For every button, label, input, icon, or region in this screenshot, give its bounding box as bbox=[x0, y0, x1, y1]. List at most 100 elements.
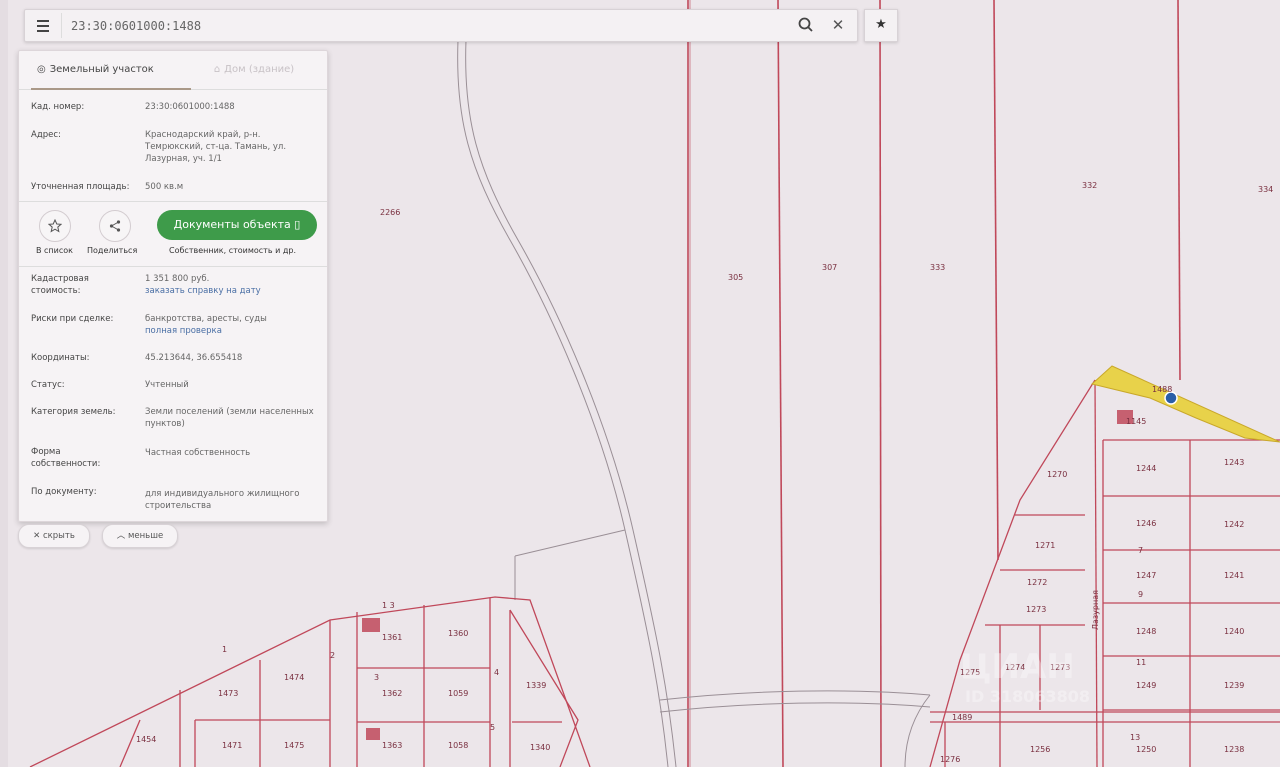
star-icon[interactable]: ★ bbox=[864, 9, 898, 42]
parcel-number-label: 1239 bbox=[1224, 681, 1244, 690]
close-icon: ✕ bbox=[33, 531, 43, 541]
hide-label: скрыть bbox=[42, 531, 75, 541]
parcel-number-label: 1273 bbox=[1026, 605, 1046, 614]
share-button[interactable] bbox=[99, 210, 131, 242]
menu-icon[interactable] bbox=[33, 16, 53, 36]
parcel-number-label: 4 bbox=[494, 668, 499, 677]
parcel-number-label: 1340 bbox=[530, 743, 550, 752]
parcel-number-label: 3 bbox=[374, 673, 379, 682]
watermark: ЦИАН bbox=[960, 647, 1075, 687]
parcel-number-label: 334 bbox=[1258, 185, 1273, 194]
share-label: Поделиться bbox=[87, 246, 138, 255]
ownership-value: Частная собственность bbox=[145, 448, 251, 458]
parcel-number-label: 1241 bbox=[1224, 571, 1244, 580]
parcel-number-label: 307 bbox=[822, 263, 837, 272]
parcel-info-panel: ◎ Земельный участок ⌂ Дом (здание) Кад. но… bbox=[18, 50, 328, 522]
share-icon bbox=[109, 220, 121, 232]
address-value: Краснодарский край, р-н. Темрюкский, ст-… bbox=[145, 130, 287, 164]
tab-land-plot[interactable]: ◎ Земельный участок bbox=[31, 51, 191, 90]
parcel-number-label: 1272 bbox=[1027, 578, 1047, 587]
parcel-number-label: 1240 bbox=[1224, 627, 1244, 636]
parcel-number-label: 1471 bbox=[222, 741, 242, 750]
risks-label: Риски при сделке: bbox=[31, 314, 114, 324]
parcel-number-label: 1362 bbox=[382, 689, 402, 698]
parcel-number-label: 1058 bbox=[448, 741, 468, 750]
save-to-list-button[interactable] bbox=[39, 210, 71, 242]
parcel-number-label: 2 bbox=[330, 651, 335, 660]
house-icon: ⌂ bbox=[213, 64, 221, 75]
parcel-number-label: 2266 bbox=[380, 208, 400, 217]
cadastral-value-label: Кадастровая стоимость: bbox=[31, 274, 89, 296]
parcel-number-label: 1059 bbox=[448, 689, 468, 698]
tab-house[interactable]: ⌂ Дом (здание) bbox=[189, 51, 319, 89]
parcel-number-label: 1256 bbox=[1030, 745, 1050, 754]
object-documents-button[interactable]: Документы объекта ▯ bbox=[157, 210, 317, 240]
land-category-label: Категория земель: bbox=[31, 407, 116, 417]
parcel-number-label: 1250 bbox=[1136, 745, 1156, 754]
hide-panel-button[interactable]: ✕ скрыть bbox=[18, 524, 90, 548]
parcel-number-label: 5 bbox=[490, 723, 495, 732]
docs-caption: Собственник, стоимость и др. bbox=[169, 246, 296, 255]
save-to-list-label: В список bbox=[36, 246, 73, 255]
parcel-number-label: 1248 bbox=[1136, 627, 1156, 636]
risks-value: банкротства, аресты, суды полная проверк… bbox=[145, 313, 320, 337]
panel-tabs: ◎ Земельный участок ⌂ Дом (здание) bbox=[19, 51, 327, 90]
address-label: Адрес: bbox=[31, 130, 61, 140]
full-check-link[interactable]: полная проверка bbox=[145, 325, 320, 337]
watermark-id: ID 318063808 bbox=[965, 687, 1090, 706]
parcel-number-label: 1363 bbox=[382, 741, 402, 750]
close-icon[interactable]: ✕ bbox=[829, 15, 847, 35]
parcel-number-label: 7 bbox=[1138, 546, 1143, 555]
tab-label: Дом (здание) bbox=[224, 64, 295, 75]
search-divider bbox=[61, 13, 62, 38]
parcel-number-label: 1238 bbox=[1224, 745, 1244, 754]
pin-icon: ◎ bbox=[37, 64, 46, 75]
parcel-number-label: 1249 bbox=[1136, 681, 1156, 690]
parcel-number-label: 1489 bbox=[952, 713, 972, 722]
parcel-number-label: 1 3 bbox=[382, 601, 395, 610]
less-label: меньше bbox=[127, 531, 164, 541]
parcel-number-label: 1270 bbox=[1047, 470, 1067, 479]
search-bar: ✕ bbox=[24, 9, 858, 42]
parcel-number-label: 1247 bbox=[1136, 571, 1156, 580]
area-label: Уточненная площадь: bbox=[31, 182, 130, 192]
parcel-number-label: 1473 bbox=[218, 689, 238, 698]
parcel-number-label: 1246 bbox=[1136, 519, 1156, 528]
parcel-number-label: 305 bbox=[728, 273, 743, 282]
parcel-number-label: 11 bbox=[1136, 658, 1146, 667]
search-icon[interactable] bbox=[797, 16, 815, 34]
order-certificate-link[interactable]: заказать справку на дату bbox=[145, 285, 320, 297]
coordinates-label: Координаты: bbox=[31, 353, 90, 363]
area-value: 500 кв.м bbox=[145, 182, 184, 192]
parcel-number-label: 1244 bbox=[1136, 464, 1156, 473]
parcel-number-label: 13 bbox=[1130, 733, 1140, 742]
parcel-number-label: 1145 bbox=[1126, 417, 1146, 426]
parcel-number-label: 333 bbox=[930, 263, 945, 272]
by-document-value: для индивидуального жилищного строительс… bbox=[145, 489, 300, 511]
status-value: Учтенный bbox=[145, 380, 189, 390]
parcel-number-label: 1242 bbox=[1224, 520, 1244, 529]
parcel-number-label: 332 bbox=[1082, 181, 1097, 190]
parcel-number-label: 1454 bbox=[136, 735, 156, 744]
cadastral-value: 1 351 800 руб. заказать справку на дату bbox=[145, 273, 320, 297]
parcel-number-label: 1 bbox=[222, 645, 227, 654]
parcel-number-label: 1339 bbox=[526, 681, 546, 690]
parcel-number-label: Лазурная bbox=[1091, 590, 1100, 630]
ownership-label: Форма собственности: bbox=[31, 447, 101, 469]
action-bar: В список Поделиться Документы объекта ▯ … bbox=[19, 201, 327, 267]
document-icon: ▯ bbox=[294, 218, 301, 231]
cad-number-label: Кад. номер: bbox=[31, 102, 85, 112]
cadastral-value-amount: 1 351 800 руб. bbox=[145, 274, 210, 284]
parcel-number-label: 1474 bbox=[284, 673, 304, 682]
cad-number-value: 23:30:0601000:1488 bbox=[145, 102, 235, 112]
parcel-number-label: 9 bbox=[1138, 590, 1143, 599]
docs-button-label: Документы объекта bbox=[173, 218, 291, 231]
parcel-number-label: 1271 bbox=[1035, 541, 1055, 550]
parcel-number-label: 1488 bbox=[1152, 385, 1172, 394]
coordinates-value: 45.213644, 36.655418 bbox=[145, 353, 243, 363]
land-category-value: Земли поселений (земли населенных пункто… bbox=[145, 407, 314, 429]
search-input[interactable] bbox=[69, 15, 773, 37]
parcel-number-label: 1360 bbox=[448, 629, 468, 638]
by-document-label: По документу: bbox=[31, 487, 97, 497]
collapse-button[interactable]: ︿ меньше bbox=[102, 524, 178, 548]
